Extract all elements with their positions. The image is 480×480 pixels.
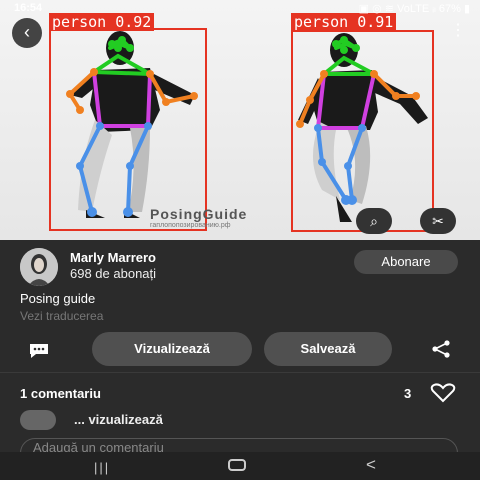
back-arrow-icon: ‹ xyxy=(24,22,30,42)
comment-preview[interactable]: ... vizualizează xyxy=(74,412,163,427)
follow-button[interactable]: Abonare xyxy=(354,250,458,274)
avatar-image xyxy=(20,248,58,286)
heart-icon[interactable] xyxy=(430,383,456,403)
reaction-count: 3 xyxy=(404,386,412,401)
divider xyxy=(0,372,480,373)
watermark-subtext: гаплопопозированию.рф xyxy=(150,222,231,229)
pin-title: Posing guide xyxy=(20,291,96,306)
recents-button[interactable]: ||| xyxy=(94,460,110,475)
cutout-button[interactable]: ✂ xyxy=(420,208,456,234)
watermark-text: PosingGuide xyxy=(150,206,248,222)
status-indicators: ▣ ◎ ≋ VoLTE ᵢₗ 67% ▮ xyxy=(358,3,470,15)
visual-search-button[interactable]: ⌕ xyxy=(356,208,392,234)
comments-count: 1 comentariu xyxy=(20,386,101,401)
more-icon: ⋮ xyxy=(450,22,466,39)
system-nav-bar: ||| < xyxy=(0,452,480,480)
avatar[interactable] xyxy=(20,248,58,286)
scissors-icon: ✂ xyxy=(432,213,444,229)
system-back-button[interactable]: < xyxy=(366,455,376,475)
save-button[interactable]: Salvează xyxy=(264,332,392,366)
watermark: PosingGuide гаплопопозированию.рф xyxy=(150,206,247,229)
home-button[interactable] xyxy=(228,459,246,471)
more-options-button[interactable]: ⋮ xyxy=(450,20,466,40)
author-name[interactable]: Marly Marrero xyxy=(70,250,156,265)
view-button[interactable]: Vizualizează xyxy=(92,332,252,366)
status-time: 16:54 xyxy=(14,2,43,14)
share-icon[interactable] xyxy=(430,340,452,358)
comment-icon[interactable] xyxy=(28,342,50,360)
back-button[interactable]: ‹ xyxy=(12,18,42,48)
comment-avatar[interactable] xyxy=(20,410,56,430)
lens-icon: ⌕ xyxy=(370,213,378,229)
follower-count: 698 de abonați xyxy=(70,266,157,281)
status-bar: 16:54 ▣ ◎ ≋ VoLTE ᵢₗ 67% ▮ xyxy=(0,0,480,18)
detection-box-1 xyxy=(49,28,207,231)
detection-box-2 xyxy=(291,30,434,232)
pin-image[interactable]: person 0.92 person 0.91 PosingGuide гапл… xyxy=(0,0,480,240)
see-translation-link[interactable]: Vezi traducerea xyxy=(20,309,103,323)
